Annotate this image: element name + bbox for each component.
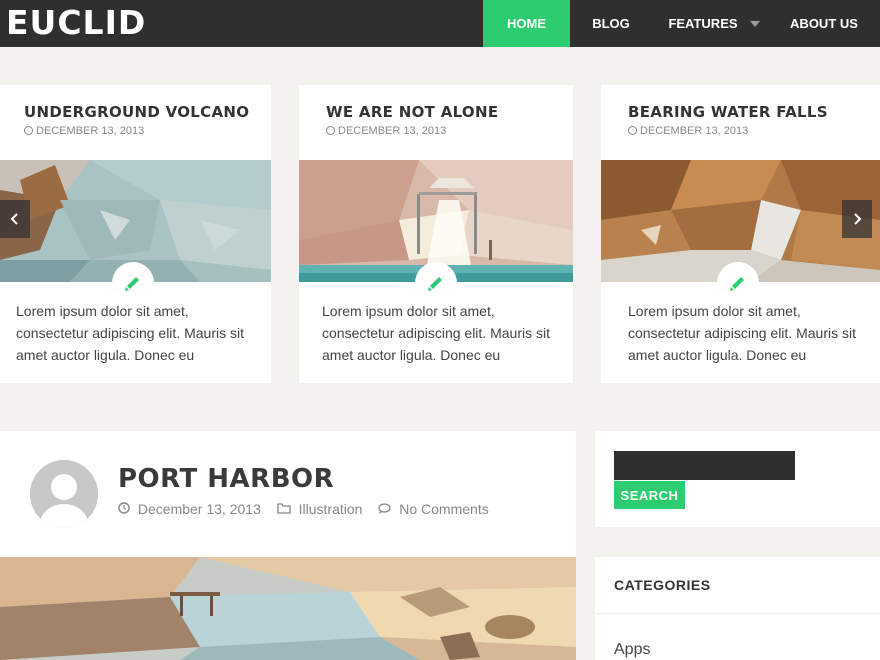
card-title[interactable]: WE ARE NOT ALONE: [326, 103, 498, 121]
post-image[interactable]: [0, 557, 576, 660]
pencil-icon[interactable]: [415, 262, 457, 304]
post-date: December 13, 2013: [137, 501, 261, 517]
clock-icon: [118, 501, 134, 517]
card-date-text: DECEMBER 13, 2013: [338, 125, 447, 137]
slider-next-button[interactable]: [842, 200, 872, 238]
card-excerpt: Lorem ipsum dolor sit amet, consectetur …: [322, 303, 550, 363]
slider-card[interactable]: UNDERGROUND VOLCANO DECEMBER 13, 2013 Lo…: [0, 85, 271, 383]
blog-post: PORT HARBOR December 13, 2013 Illustrati…: [0, 431, 576, 660]
card-excerpt: Lorem ipsum dolor sit amet, consectetur …: [628, 303, 856, 363]
post-title[interactable]: PORT HARBOR: [118, 464, 334, 494]
card-date-text: DECEMBER 13, 2013: [640, 125, 749, 137]
categories-title: CATEGORIES: [614, 577, 711, 593]
search-button[interactable]: SEARCH: [614, 481, 685, 509]
pencil-icon[interactable]: [112, 262, 154, 304]
comment-icon: [378, 501, 395, 517]
divider: [595, 613, 880, 614]
nav-features-label: FEATURES: [668, 16, 738, 31]
slider-card[interactable]: BEARING WATER FALLS DECEMBER 13, 2013 Lo…: [601, 85, 880, 383]
card-date: DECEMBER 13, 2013: [24, 125, 144, 137]
search-widget: SEARCH: [595, 431, 880, 527]
card-date: DECEMBER 13, 2013: [326, 125, 446, 137]
clock-icon: [24, 126, 33, 135]
nav-features[interactable]: FEATURES: [664, 0, 764, 47]
nav-home[interactable]: HOME: [483, 0, 570, 47]
pencil-icon[interactable]: [717, 262, 759, 304]
nav-blog[interactable]: BLOG: [580, 0, 642, 47]
post-category[interactable]: Illustration: [299, 501, 363, 517]
site-logo[interactable]: EUCLID: [6, 4, 146, 42]
author-avatar: [30, 460, 98, 528]
slider-prev-button[interactable]: [0, 200, 30, 238]
clock-icon: [326, 126, 335, 135]
site-header: EUCLID HOME BLOG FEATURES ABOUT US: [0, 0, 880, 47]
chevron-left-icon: [10, 213, 18, 225]
search-input[interactable]: [614, 451, 795, 480]
post-comments[interactable]: No Comments: [399, 501, 488, 517]
chevron-right-icon: [854, 213, 862, 225]
post-meta: December 13, 2013 Illustration No Commen…: [118, 501, 493, 517]
card-title[interactable]: UNDERGROUND VOLCANO: [24, 103, 249, 121]
nav-about-us[interactable]: ABOUT US: [780, 0, 868, 47]
category-item[interactable]: Apps: [614, 641, 650, 659]
folder-icon: [277, 501, 295, 517]
card-excerpt: Lorem ipsum dolor sit amet, consectetur …: [16, 303, 244, 363]
card-date-text: DECEMBER 13, 2013: [36, 125, 145, 137]
slider-card[interactable]: WE ARE NOT ALONE DECEMBER 13, 2013 Lorem…: [299, 85, 573, 383]
chevron-down-icon: [749, 20, 760, 27]
clock-icon: [628, 126, 637, 135]
card-title[interactable]: BEARING WATER FALLS: [628, 103, 828, 121]
card-date: DECEMBER 13, 2013: [628, 125, 748, 137]
categories-widget: CATEGORIES Apps: [595, 557, 880, 660]
